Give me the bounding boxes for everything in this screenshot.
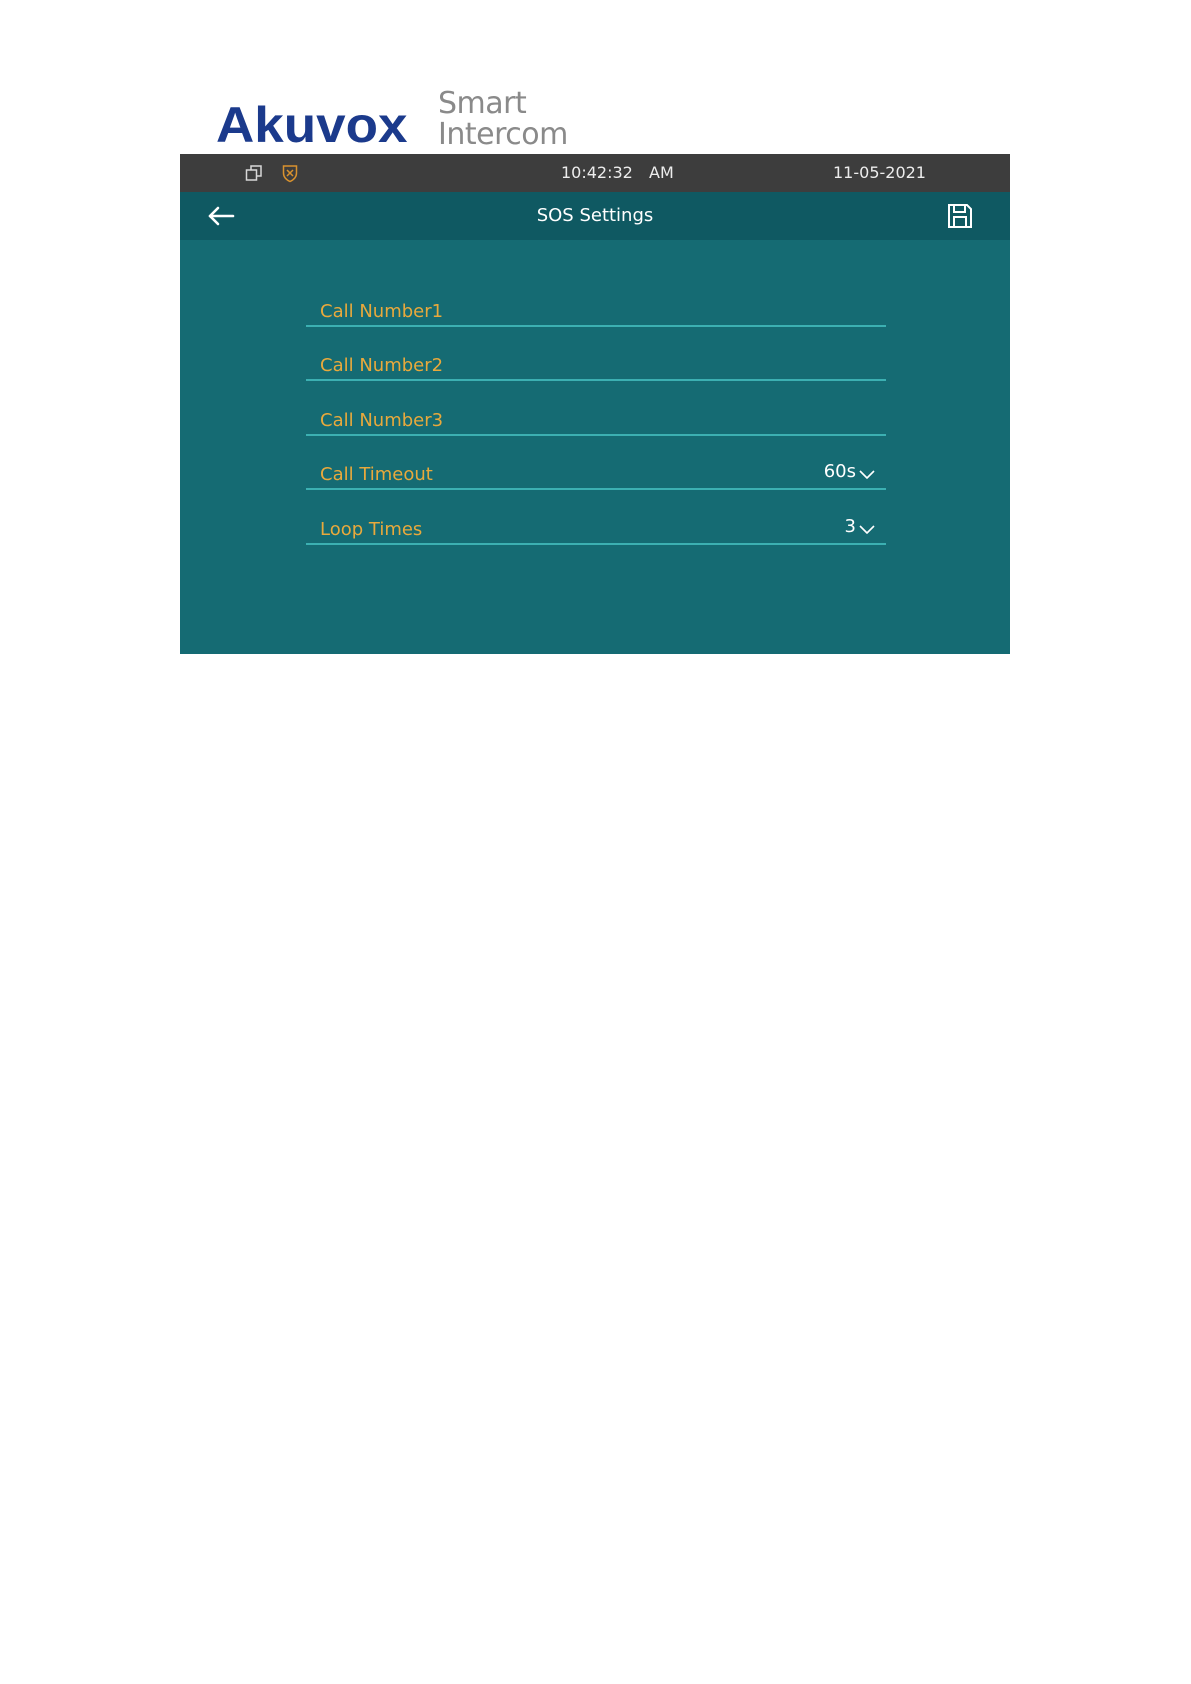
title-bar: SOS Settings xyxy=(180,192,1010,240)
call-timeout-value: 60s xyxy=(824,461,876,483)
loop-times-label: Loop Times xyxy=(320,518,423,540)
chevron-down-icon xyxy=(859,470,875,479)
status-bar: 10:42:32 AM 11-05-2021 xyxy=(180,154,1010,192)
call-number-3-field[interactable]: Call Number3 xyxy=(306,381,886,436)
akuvox-logo: Akuvox Smart Intercom xyxy=(216,88,576,156)
device-screen: 10:42:32 AM 11-05-2021 SOS Settings Call… xyxy=(180,154,1010,654)
call-number-1-label: Call Number1 xyxy=(320,300,444,322)
call-number-2-field[interactable]: Call Number2 xyxy=(306,327,886,381)
call-timeout-dropdown[interactable]: Call Timeout 60s xyxy=(306,436,886,490)
sos-settings-form: Call Number1 Call Number2 Call Number3 C… xyxy=(306,272,886,545)
logo-tagline-line1: Smart xyxy=(438,86,527,121)
call-timeout-label: Call Timeout xyxy=(320,464,433,485)
logo-tagline: Smart Intercom xyxy=(438,88,568,150)
call-number-3-label: Call Number3 xyxy=(320,409,444,431)
shield-icon xyxy=(282,165,298,183)
call-timeout-selected: 60s xyxy=(823,461,856,482)
status-ampm: AM xyxy=(649,163,674,182)
call-number-1-field[interactable]: Call Number1 xyxy=(306,272,886,327)
loop-times-dropdown[interactable]: Loop Times 3 xyxy=(306,490,886,545)
status-date: 11-05-2021 xyxy=(833,163,926,182)
save-icon[interactable] xyxy=(946,202,974,230)
logo-brand-text: Akuvox xyxy=(216,97,408,153)
logo-tagline-line2: Intercom xyxy=(438,117,568,152)
page-title: SOS Settings xyxy=(536,205,654,226)
windows-copy-icon xyxy=(245,165,262,181)
call-number-2-label: Call Number2 xyxy=(320,355,444,376)
chevron-down-icon xyxy=(859,524,875,534)
loop-times-value: 3 xyxy=(845,516,876,538)
loop-times-selected: 3 xyxy=(844,515,856,537)
status-time: 10:42:32 xyxy=(561,163,633,182)
